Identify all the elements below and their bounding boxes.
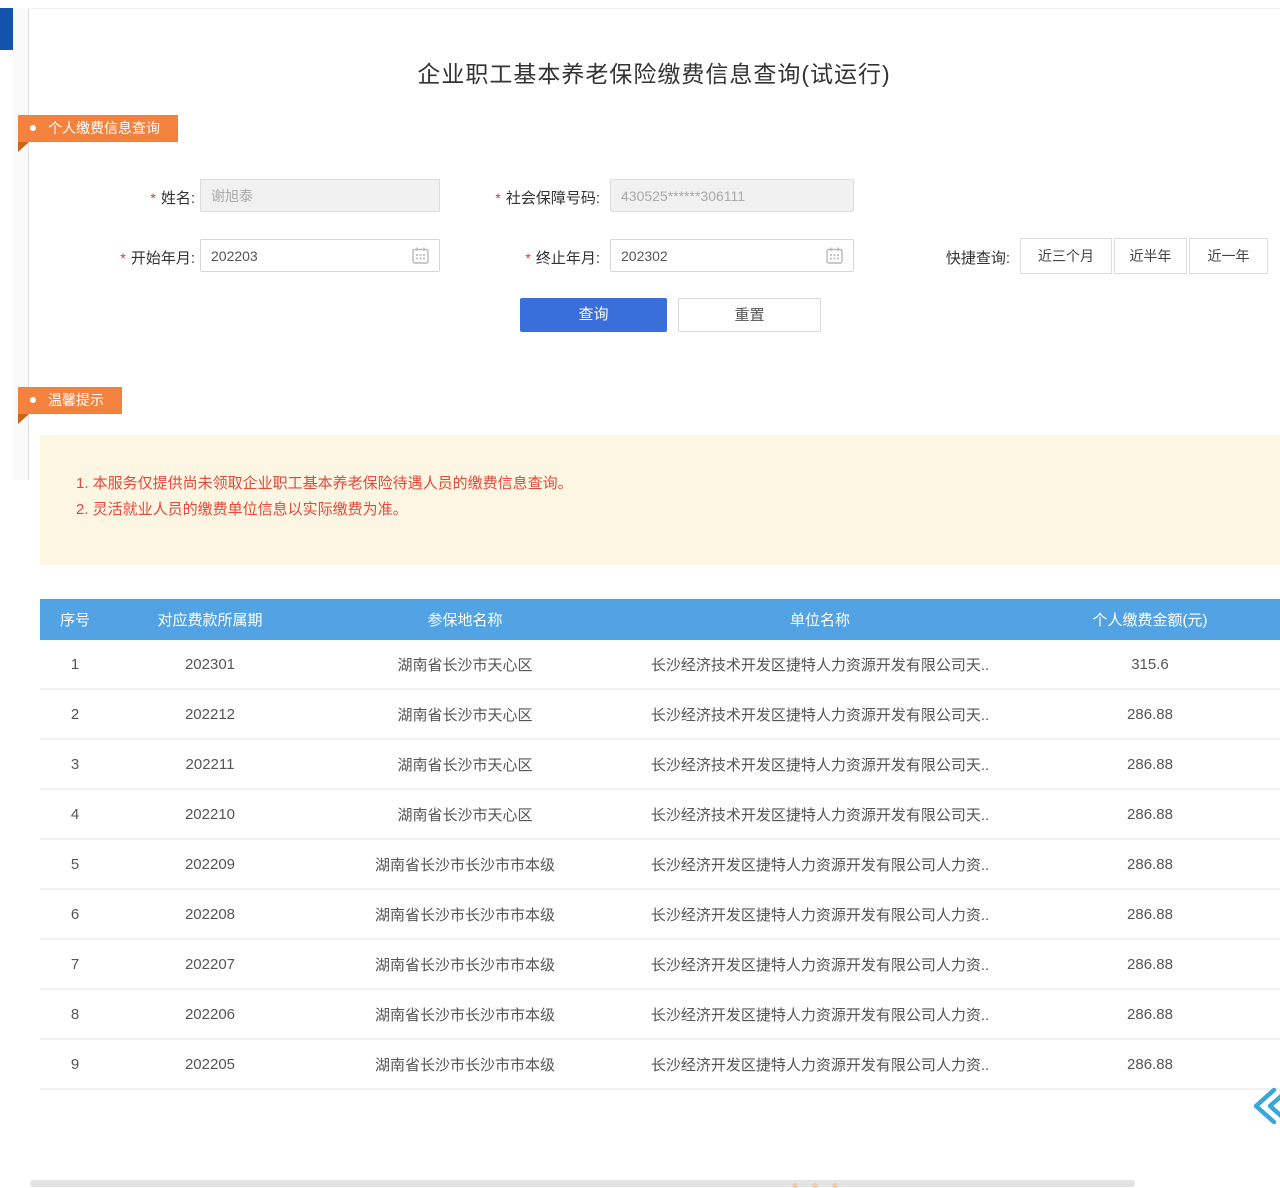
required-mark: * — [150, 190, 155, 206]
table-row: 7202207湖南省长沙市长沙市市本级长沙经济开发区捷特人力资源开发有限公司人力… — [40, 940, 1280, 990]
table-cell-area: 湖南省长沙市天心区 — [310, 654, 620, 675]
loader-dots — [792, 1183, 838, 1188]
end-month-label: *终止年月: — [440, 247, 600, 268]
ssn-label: *社会保障号码: — [440, 187, 600, 208]
table-header-amount: 个人缴费金额(元) — [1020, 609, 1280, 630]
table-row: 8202206湖南省长沙市长沙市市本级长沙经济开发区捷特人力资源开发有限公司人力… — [40, 990, 1280, 1040]
collapse-chevron-icon[interactable] — [1248, 1084, 1280, 1128]
query-button[interactable]: 查询 — [520, 298, 667, 332]
ssn-input — [610, 179, 854, 212]
results-table: 序号 对应费款所属期 参保地名称 单位名称 个人缴费金额(元) 1202301湖… — [40, 599, 1280, 1090]
table-cell-company: 长沙经济开发区捷特人力资源开发有限公司人力资.. — [620, 954, 1020, 975]
calendar-icon[interactable] — [412, 247, 429, 264]
table-cell-company: 长沙经济技术开发区捷特人力资源开发有限公司天.. — [620, 754, 1020, 775]
table-cell-period: 202211 — [110, 756, 310, 773]
name-input — [200, 179, 440, 212]
table-cell-no: 3 — [40, 756, 110, 773]
start-month-input[interactable] — [200, 239, 440, 272]
table-header-row: 序号 对应费款所属期 参保地名称 单位名称 个人缴费金额(元) — [40, 599, 1280, 640]
table-cell-no: 6 — [40, 906, 110, 923]
table-cell-period: 202205 — [110, 1056, 310, 1073]
table-row: 2202212湖南省长沙市天心区长沙经济技术开发区捷特人力资源开发有限公司天..… — [40, 690, 1280, 740]
horizontal-scrollbar[interactable] — [30, 1180, 1135, 1187]
start-month-label: *开始年月: — [60, 247, 195, 268]
table-cell-company: 长沙经济开发区捷特人力资源开发有限公司人力资.. — [620, 1004, 1020, 1025]
table-header-period: 对应费款所属期 — [110, 609, 310, 630]
table-cell-amount: 286.88 — [1020, 956, 1280, 973]
table-row: 1202301湖南省长沙市天心区长沙经济技术开发区捷特人力资源开发有限公司天..… — [40, 640, 1280, 690]
quick-range-button-one-year[interactable]: 近一年 — [1189, 238, 1268, 274]
reset-button[interactable]: 重置 — [678, 298, 821, 332]
quick-range-button-3months[interactable]: 近三个月 — [1020, 238, 1112, 274]
table-cell-no: 5 — [40, 856, 110, 873]
table-cell-period: 202207 — [110, 956, 310, 973]
query-section-badge-label: 个人缴费信息查询 — [48, 120, 160, 136]
quick-query-label: 快捷查询: — [915, 247, 1010, 268]
table-cell-amount: 286.88 — [1020, 906, 1280, 923]
table-cell-no: 7 — [40, 956, 110, 973]
table-cell-period: 202209 — [110, 856, 310, 873]
table-cell-company: 长沙经济开发区捷特人力资源开发有限公司人力资.. — [620, 904, 1020, 925]
left-edge-tab — [0, 8, 13, 50]
tip-line: 1. 本服务仅提供尚未领取企业职工基本养老保险待遇人员的缴费信息查询。 — [76, 471, 1280, 497]
required-mark: * — [495, 190, 500, 206]
table-cell-no: 1 — [40, 656, 110, 673]
table-cell-company: 长沙经济技术开发区捷特人力资源开发有限公司天.. — [620, 804, 1020, 825]
bullet-icon — [30, 125, 36, 131]
table-cell-area: 湖南省长沙市长沙市市本级 — [310, 954, 620, 975]
table-row: 9202205湖南省长沙市长沙市市本级长沙经济开发区捷特人力资源开发有限公司人力… — [40, 1040, 1280, 1090]
tips-section-badge: 温馨提示 — [18, 387, 122, 414]
table-cell-period: 202208 — [110, 906, 310, 923]
table-cell-company: 长沙经济开发区捷特人力资源开发有限公司人力资.. — [620, 854, 1020, 875]
calendar-icon[interactable] — [826, 247, 843, 264]
table-cell-amount: 286.88 — [1020, 856, 1280, 873]
table-cell-no: 2 — [40, 706, 110, 723]
table-cell-company: 长沙经济开发区捷特人力资源开发有限公司人力资.. — [620, 1054, 1020, 1075]
tip-line: 2. 灵活就业人员的缴费单位信息以实际缴费为准。 — [76, 497, 1280, 523]
query-section-badge: 个人缴费信息查询 — [18, 115, 178, 142]
table-cell-amount: 286.88 — [1020, 1056, 1280, 1073]
table-cell-area: 湖南省长沙市长沙市市本级 — [310, 854, 620, 875]
table-row: 5202209湖南省长沙市长沙市市本级长沙经济开发区捷特人力资源开发有限公司人力… — [40, 840, 1280, 890]
end-month-input[interactable] — [610, 239, 854, 272]
table-cell-amount: 286.88 — [1020, 806, 1280, 823]
table-cell-amount: 315.6 — [1020, 656, 1280, 673]
table-cell-period: 202206 — [110, 1006, 310, 1023]
quick-range-button-half-year[interactable]: 近半年 — [1114, 238, 1187, 274]
table-cell-no: 8 — [40, 1006, 110, 1023]
table-header-no: 序号 — [40, 609, 110, 630]
required-mark: * — [120, 250, 125, 266]
page-title: 企业职工基本养老保险缴费信息查询(试运行) — [28, 55, 1280, 89]
content-top-border — [28, 8, 1280, 9]
table-cell-area: 湖南省长沙市长沙市市本级 — [310, 1004, 620, 1025]
table-cell-no: 9 — [40, 1056, 110, 1073]
bullet-icon — [30, 397, 36, 403]
table-cell-period: 202210 — [110, 806, 310, 823]
tips-section-badge-label: 温馨提示 — [48, 392, 104, 408]
table-cell-company: 长沙经济技术开发区捷特人力资源开发有限公司天.. — [620, 704, 1020, 725]
table-cell-area: 湖南省长沙市天心区 — [310, 804, 620, 825]
tips-box: 1. 本服务仅提供尚未领取企业职工基本养老保险待遇人员的缴费信息查询。 2. 灵… — [40, 435, 1280, 565]
table-row: 6202208湖南省长沙市长沙市市本级长沙经济开发区捷特人力资源开发有限公司人力… — [40, 890, 1280, 940]
table-cell-period: 202301 — [110, 656, 310, 673]
table-header-area: 参保地名称 — [310, 609, 620, 630]
table-body: 1202301湖南省长沙市天心区长沙经济技术开发区捷特人力资源开发有限公司天..… — [40, 640, 1280, 1090]
table-header-company: 单位名称 — [620, 609, 1020, 630]
table-cell-company: 长沙经济技术开发区捷特人力资源开发有限公司天.. — [620, 654, 1020, 675]
table-row: 4202210湖南省长沙市天心区长沙经济技术开发区捷特人力资源开发有限公司天..… — [40, 790, 1280, 840]
table-cell-area: 湖南省长沙市长沙市市本级 — [310, 904, 620, 925]
table-cell-amount: 286.88 — [1020, 1006, 1280, 1023]
table-cell-no: 4 — [40, 806, 110, 823]
required-mark: * — [525, 250, 530, 266]
table-cell-amount: 286.88 — [1020, 706, 1280, 723]
table-cell-period: 202212 — [110, 706, 310, 723]
table-cell-area: 湖南省长沙市天心区 — [310, 754, 620, 775]
table-cell-area: 湖南省长沙市天心区 — [310, 704, 620, 725]
table-cell-area: 湖南省长沙市长沙市市本级 — [310, 1054, 620, 1075]
name-label: *姓名: — [60, 187, 195, 208]
table-cell-amount: 286.88 — [1020, 756, 1280, 773]
table-row: 3202211湖南省长沙市天心区长沙经济技术开发区捷特人力资源开发有限公司天..… — [40, 740, 1280, 790]
